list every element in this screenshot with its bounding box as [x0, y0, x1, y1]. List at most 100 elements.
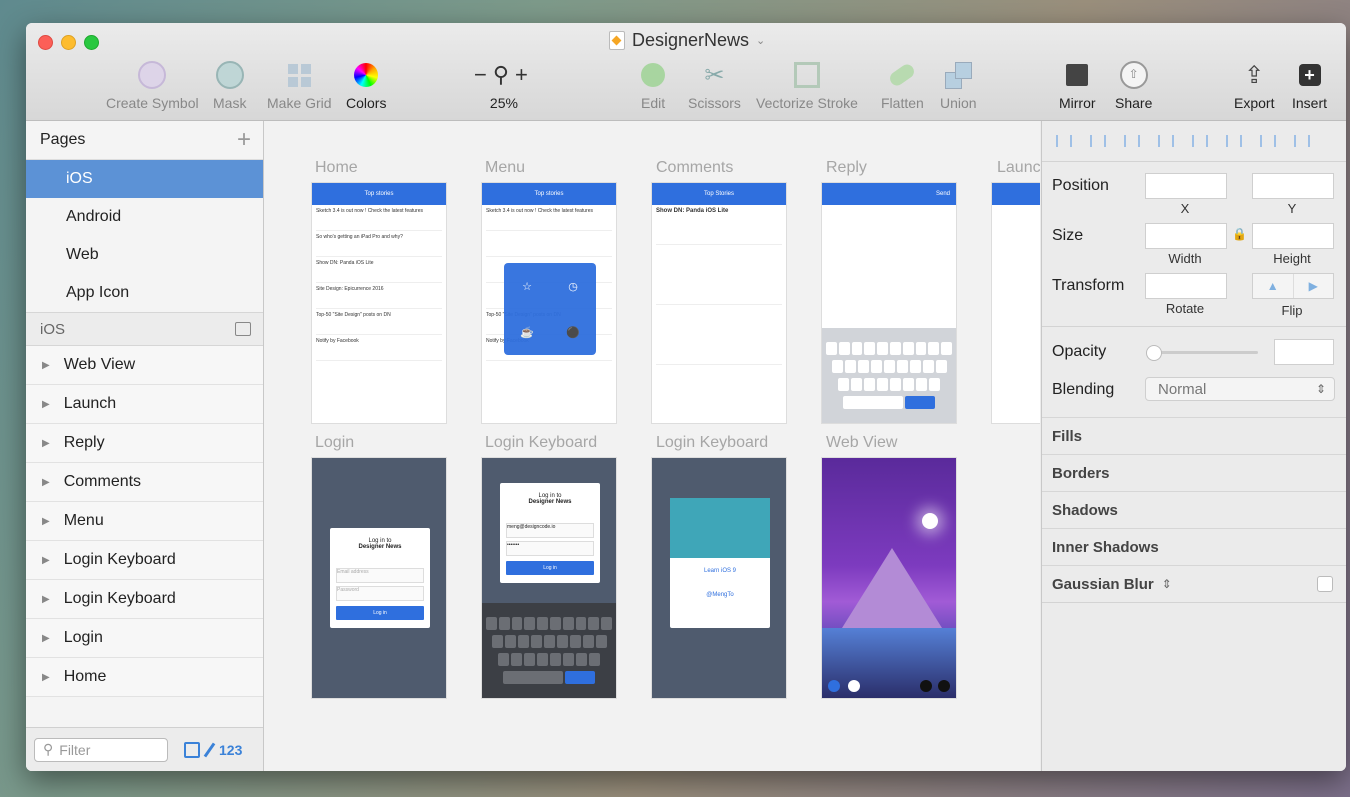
layer-launch[interactable]: ▶ Launch — [26, 385, 263, 424]
page-item-ios[interactable]: iOS — [26, 160, 263, 198]
pen-icon[interactable] — [203, 742, 216, 757]
disclosure-triangle-icon[interactable]: ▶ — [42, 360, 50, 371]
artboard-web-view[interactable] — [822, 458, 956, 698]
page-item-web[interactable]: Web — [26, 236, 263, 274]
page-item-android[interactable]: Android — [26, 198, 263, 236]
artboard-menu[interactable]: Top stories Sketch 3.4 is out now ! Chec… — [482, 183, 616, 423]
artboard-home[interactable]: Top stories Sketch 3.4 is out now ! Chec… — [312, 183, 446, 423]
shadows-section[interactable]: Shadows — [1042, 491, 1346, 528]
divider — [1042, 602, 1346, 603]
align-right-icon[interactable] — [1192, 135, 1208, 147]
copy-icon[interactable] — [184, 741, 200, 758]
artboard-label-login-keyboard-2[interactable]: Login Keyboard — [656, 434, 768, 452]
width-field[interactable] — [1145, 223, 1227, 249]
artboard-launch[interactable] — [992, 183, 1040, 423]
align-bottom-icon[interactable] — [1294, 135, 1310, 147]
artboard-label-web-view[interactable]: Web View — [826, 434, 897, 452]
distribute-vertical-icon[interactable] — [1090, 135, 1106, 147]
opacity-slider-track[interactable] — [1152, 351, 1258, 354]
chevron-updown-icon[interactable]: ⇕ — [1162, 577, 1172, 591]
close-window-button[interactable] — [38, 35, 53, 50]
insert-button[interactable]: + Insert — [1292, 59, 1327, 111]
disclosure-triangle-icon[interactable]: ▶ — [42, 594, 50, 605]
layer-login-keyboard[interactable]: ▶ Login Keyboard — [26, 541, 263, 580]
edit-button[interactable]: Edit — [641, 59, 665, 111]
gaussian-blur-checkbox[interactable] — [1317, 576, 1333, 592]
minimize-window-button[interactable] — [61, 35, 76, 50]
disclosure-triangle-icon[interactable]: ▶ — [42, 438, 50, 449]
vectorize-stroke-icon — [793, 62, 820, 88]
disclosure-triangle-icon[interactable]: ▶ — [42, 555, 50, 566]
layer-home[interactable]: ▶ Home — [26, 658, 263, 697]
borders-section[interactable]: Borders — [1042, 454, 1346, 491]
artboard-reply[interactable]: Send — [822, 183, 956, 423]
disclosure-triangle-icon[interactable]: ▶ — [42, 516, 50, 527]
artboard-label-launch[interactable]: Launc — [997, 159, 1040, 177]
blending-select[interactable]: Normal ⇕ — [1145, 377, 1335, 401]
position-y-field[interactable] — [1252, 173, 1334, 199]
zoom-window-button[interactable] — [84, 35, 99, 50]
canvas[interactable]: Home Menu Comments Reply Launc Top stori… — [264, 121, 1040, 771]
artboard-login-keyboard[interactable]: Log in to Designer News meng@designcode.… — [482, 458, 616, 698]
collapse-layers-icon[interactable] — [235, 322, 251, 336]
rotate-field[interactable] — [1145, 273, 1227, 299]
artboard-label-reply[interactable]: Reply — [826, 159, 867, 177]
artboard-comments[interactable]: Top Stories Show DN: Panda iOS Lite — [652, 183, 786, 423]
position-x-field[interactable] — [1145, 173, 1227, 199]
export-button[interactable]: ⇪ Export — [1234, 59, 1274, 112]
opacity-slider-knob[interactable] — [1146, 345, 1162, 361]
zoom-in-icon[interactable]: + — [515, 62, 534, 88]
layer-label: Login — [63, 629, 103, 646]
disclosure-triangle-icon[interactable]: ▶ — [42, 633, 50, 644]
flip-horizontal-icon[interactable]: ▲ — [1253, 274, 1293, 298]
flip-control[interactable]: ▲ ▶ — [1252, 273, 1334, 299]
disclosure-triangle-icon[interactable]: ▶ — [42, 672, 50, 683]
layer-comments[interactable]: ▶ Comments — [26, 463, 263, 502]
artboard-label-menu[interactable]: Menu — [485, 159, 525, 177]
flatten-button[interactable]: Flatten — [881, 59, 924, 111]
borders-label: Borders — [1052, 464, 1110, 482]
artboard-label-login-keyboard[interactable]: Login Keyboard — [485, 434, 597, 452]
share-button[interactable]: ⇧ Share — [1115, 59, 1152, 111]
zoom-control[interactable]: − ⚲ + 25% — [474, 59, 534, 111]
colors-button[interactable]: Colors — [346, 59, 386, 111]
inner-shadows-section[interactable]: Inner Shadows — [1042, 528, 1346, 565]
add-page-icon[interactable]: + — [237, 126, 251, 154]
document-title[interactable]: DesignerNews ⌄ — [609, 30, 765, 51]
union-button[interactable]: Union — [940, 59, 977, 111]
artboard-label-home[interactable]: Home — [315, 159, 358, 177]
filter-tools: 123 — [184, 741, 242, 758]
layer-reply[interactable]: ▶ Reply — [26, 424, 263, 463]
layer-login-keyboard-2[interactable]: ▶ Login Keyboard — [26, 580, 263, 619]
make-grid-button[interactable]: Make Grid — [267, 59, 332, 111]
height-field[interactable] — [1252, 223, 1334, 249]
fills-section[interactable]: Fills — [1042, 417, 1346, 454]
layer-login[interactable]: ▶ Login — [26, 619, 263, 658]
artboard-login-keyboard-2[interactable]: Learn iOS 9 @MengTo — [652, 458, 786, 698]
align-top-icon[interactable] — [1226, 135, 1242, 147]
align-center-icon[interactable] — [1158, 135, 1174, 147]
disclosure-triangle-icon[interactable]: ▶ — [42, 477, 50, 488]
layer-filter-input[interactable]: ⚲ Filter — [34, 737, 168, 762]
disclosure-triangle-icon[interactable]: ▶ — [42, 399, 50, 410]
distribute-horizontal-icon[interactable] — [1056, 135, 1072, 147]
vectorize-stroke-button[interactable]: Vectorize Stroke — [756, 59, 858, 111]
lock-icon[interactable]: 🔒 — [1232, 227, 1247, 241]
zoom-out-icon[interactable]: − — [474, 62, 493, 88]
artboard-login[interactable]: Log in to Designer News Email address Pa… — [312, 458, 446, 698]
layer-web-view[interactable]: ▶ Web View — [26, 346, 263, 385]
mirror-button[interactable]: Mirror — [1059, 59, 1096, 111]
page-item-app-icon[interactable]: App Icon — [26, 274, 263, 312]
layer-label: Web View — [63, 356, 136, 373]
scissors-button[interactable]: ✂ Scissors — [688, 59, 741, 112]
create-symbol-button[interactable]: Create Symbol — [106, 59, 199, 111]
align-middle-icon[interactable] — [1260, 135, 1276, 147]
mask-button[interactable]: Mask — [213, 59, 246, 111]
align-left-icon[interactable] — [1124, 135, 1140, 147]
layer-menu[interactable]: ▶ Menu — [26, 502, 263, 541]
opacity-field[interactable] — [1274, 339, 1334, 365]
gaussian-blur-section[interactable]: Gaussian Blur ⇕ — [1042, 565, 1346, 602]
flip-vertical-icon[interactable]: ▶ — [1292, 274, 1334, 298]
artboard-label-comments[interactable]: Comments — [656, 159, 733, 177]
artboard-label-login[interactable]: Login — [315, 434, 354, 452]
